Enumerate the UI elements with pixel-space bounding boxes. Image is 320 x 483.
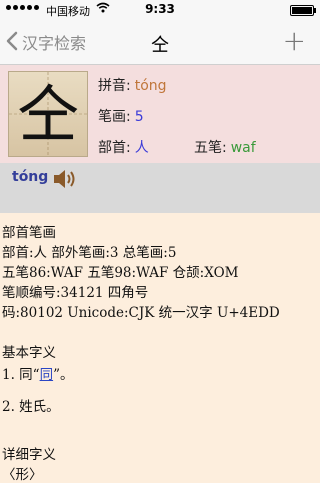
pronunciation-pinyin: tóng (12, 169, 49, 185)
pronunciation-bar: tóng (0, 163, 320, 213)
unicode-line: 码:80102 Unicode:CJK 统一汉字 U+4EDD (2, 305, 280, 321)
stroke-order-line: 笔顺编号:34121 四角号 (2, 285, 149, 301)
basic-meaning-1-prefix: 1. 同“ (2, 367, 40, 383)
pinyin-value: tóng (134, 78, 167, 94)
character-info-panel: 仝 拼音: tóng 笔画: 5 部首: 人 五笔: waf (0, 65, 320, 163)
add-button[interactable]: + (283, 24, 306, 57)
wubi-row: 五笔: waf (194, 137, 256, 157)
strokes-row: 笔画: 5 (98, 106, 144, 126)
battery-icon (290, 5, 316, 16)
radical-strokes-line: 部首:人 部外笔画:3 总笔画:5 (2, 245, 177, 261)
basic-meaning-heading: 基本字义 (2, 345, 56, 361)
part-of-speech: 〈形〉 (2, 467, 43, 483)
pinyin-label: 拼音: (98, 78, 131, 94)
status-bar: 中国移动 9:33 (0, 0, 320, 20)
status-time: 9:33 (145, 2, 175, 16)
pinyin-row: 拼音: tóng (98, 75, 167, 95)
speaker-icon[interactable] (52, 167, 78, 195)
wubi-cangjie-line: 五笔86:WAF 五笔98:WAF 仓颉:XOM (2, 265, 239, 281)
basic-meaning-1-suffix: ”。 (53, 367, 74, 383)
strokes-label: 笔画: (98, 109, 131, 125)
basic-meaning-1: 1. 同“同”。 (2, 363, 73, 383)
battery-level (292, 7, 312, 14)
wubi-label: 五笔: (194, 140, 227, 156)
radical-value[interactable]: 人 (135, 140, 149, 156)
strokes-value: 5 (134, 109, 144, 125)
character-glyph: 仝 (16, 78, 79, 151)
detailed-meaning-heading: 详细字义 (2, 447, 56, 463)
wubi-value: waf (230, 140, 256, 156)
page-title: 仝 (151, 35, 169, 56)
radical-row: 部首: 人 (98, 137, 149, 157)
basic-meaning-2: 2. 姓氏。 (2, 399, 60, 415)
character-glyph-box[interactable]: 仝 (8, 71, 88, 157)
radical-label: 部首: (98, 140, 131, 156)
basic-meaning-1-link[interactable]: 同 (40, 367, 54, 383)
navigation-bar: 汉字检索 仝 + (0, 20, 320, 65)
radical-strokes-heading: 部首笔画 (2, 225, 56, 241)
